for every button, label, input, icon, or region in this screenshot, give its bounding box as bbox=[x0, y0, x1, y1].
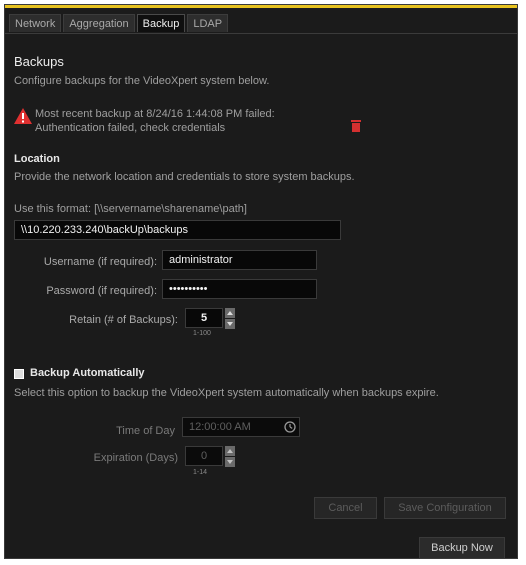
password-label: Password (if required): bbox=[46, 285, 157, 297]
cancel-button[interactable]: Cancel bbox=[314, 497, 377, 519]
location-title: Location bbox=[14, 153, 60, 165]
backup-automatically-checkbox[interactable] bbox=[14, 369, 24, 379]
network-path-input[interactable] bbox=[14, 220, 341, 240]
delete-alert-trash-icon[interactable] bbox=[351, 119, 361, 135]
retain-range-hint: 1-100 bbox=[193, 330, 211, 337]
chevron-up-icon bbox=[227, 311, 233, 315]
time-of-day-label: Time of Day bbox=[116, 425, 175, 437]
chevron-down-icon bbox=[227, 460, 233, 464]
retain-decrement-button[interactable] bbox=[225, 319, 235, 329]
settings-tabs: Network Aggregation Backup LDAP bbox=[9, 14, 229, 32]
location-description: Provide the network location and credent… bbox=[14, 171, 355, 183]
top-accent-bar bbox=[5, 5, 517, 8]
tab-aggregation[interactable]: Aggregation bbox=[63, 14, 135, 32]
expiration-label: Expiration (Days) bbox=[93, 452, 178, 464]
tab-divider bbox=[5, 33, 517, 34]
backup-now-button[interactable]: Backup Now bbox=[419, 537, 505, 559]
backup-automatically-label: Backup Automatically bbox=[30, 367, 145, 379]
auto-backup-description: Select this option to backup the VideoXp… bbox=[14, 387, 439, 399]
username-label: Username (if required): bbox=[43, 256, 157, 268]
chevron-down-icon bbox=[227, 322, 233, 326]
backup-settings-window: Network Aggregation Backup LDAP Backups … bbox=[4, 4, 518, 559]
warning-icon bbox=[14, 108, 32, 127]
expiration-increment-button[interactable] bbox=[225, 446, 235, 456]
retain-count-input[interactable] bbox=[185, 308, 223, 328]
username-input[interactable] bbox=[162, 250, 317, 270]
expiration-decrement-button[interactable] bbox=[225, 457, 235, 467]
tab-ldap[interactable]: LDAP bbox=[187, 14, 229, 32]
expiration-range-hint: 1-14 bbox=[193, 469, 208, 476]
backups-description: Configure backups for the VideoXpert sys… bbox=[14, 75, 270, 87]
retain-label: Retain (# of Backups): bbox=[69, 314, 178, 326]
password-input[interactable] bbox=[162, 279, 317, 299]
alert-line-2: Authentication failed, check credentials bbox=[35, 122, 226, 134]
alert-line-1: Most recent backup at 8/24/16 1:44:08 PM… bbox=[35, 108, 275, 120]
retain-increment-button[interactable] bbox=[225, 308, 235, 318]
retain-stepper bbox=[225, 308, 235, 329]
save-configuration-button[interactable]: Save Configuration bbox=[384, 497, 506, 519]
tab-network[interactable]: Network bbox=[9, 14, 62, 32]
expiration-days-input[interactable] bbox=[185, 446, 223, 466]
clock-icon[interactable] bbox=[284, 421, 296, 436]
backups-title: Backups bbox=[14, 54, 64, 69]
tab-backup[interactable]: Backup bbox=[136, 14, 186, 32]
expiration-stepper bbox=[225, 446, 235, 467]
chevron-up-icon bbox=[227, 449, 233, 453]
path-format-hint: Use this format: [\\servername\sharename… bbox=[14, 203, 247, 215]
time-of-day-input[interactable] bbox=[182, 417, 300, 437]
